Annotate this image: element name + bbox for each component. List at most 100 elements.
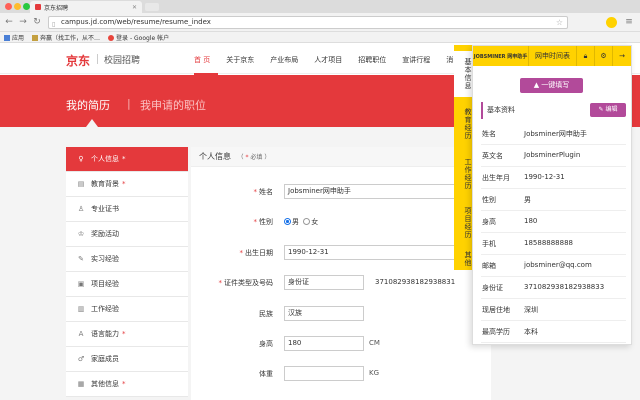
language-icon: A: [78, 330, 84, 338]
gear-icon[interactable]: ⚙: [595, 46, 613, 66]
logo-divider: [97, 54, 98, 64]
sidebar-item-label: 项目经验: [91, 280, 119, 288]
birthdate-input[interactable]: 1990-12-31: [284, 245, 464, 260]
schedule-button[interactable]: 网申时间表: [529, 46, 577, 66]
one-click-fill-button[interactable]: ▲ 一键填写: [520, 78, 583, 93]
profile-field-value: 1990-12-31: [524, 173, 565, 181]
profile-field-row: 身高 180: [481, 211, 626, 233]
gender-male-radio[interactable]: 男: [284, 218, 299, 226]
bookmarks-bar: 应用 奔赢（找工作，从不… 登录 - Google 帐户: [0, 32, 640, 43]
sidebar-item-label: 奖励活动: [91, 230, 119, 238]
section-basic-info: 基本资料 ✎ 编辑: [481, 102, 626, 119]
nav-industry[interactable]: 产业布局: [270, 55, 306, 75]
back-icon[interactable]: ←: [4, 17, 14, 27]
section-title: 基本资料: [487, 106, 515, 114]
profile-field-value: 371082938182938833: [524, 283, 605, 291]
bookmark-google[interactable]: 登录 - Google 帐户: [108, 33, 169, 42]
profile-field-value: jobsminer@qq.com: [524, 261, 592, 269]
collapse-arrow-icon[interactable]: →: [613, 46, 631, 66]
profile-field-value: 男: [524, 196, 531, 204]
weight-input[interactable]: [284, 366, 364, 381]
lock-icon[interactable]: 🔒︎: [577, 46, 595, 66]
sidebar-item[interactable]: ▦ 其他信息 *: [66, 372, 188, 397]
required-mark: *: [122, 330, 126, 338]
browser-tab-bar: 京东招聘 ✕: [0, 0, 640, 13]
ethnicity-select[interactable]: 汉族: [284, 306, 364, 321]
award-icon: ♔: [77, 230, 85, 238]
nav-home[interactable]: 首 页: [194, 55, 219, 75]
field-label: 身高: [259, 340, 273, 348]
ext-tab-education[interactable]: 教育经历: [454, 101, 472, 147]
profile-field-row: 性别 男: [481, 189, 626, 211]
sidebar-item[interactable]: ♂ 家庭成员: [66, 347, 188, 372]
sidebar-item[interactable]: ♀ 个人信息 *: [66, 147, 188, 172]
window-close-button[interactable]: [5, 3, 12, 10]
id-number-input[interactable]: 371082938182938831: [371, 275, 467, 290]
sidebar-item[interactable]: ▤ 教育背景 *: [66, 172, 188, 197]
tab-my-applications[interactable]: 我申请的职位: [140, 97, 206, 113]
id-type-select[interactable]: 身份证: [284, 275, 364, 290]
form-row-height: 身高 180 CM: [191, 336, 491, 354]
required-note: （ * 必填 ）: [237, 154, 271, 161]
ext-tab-basic[interactable]: 基本信息: [454, 51, 472, 97]
form-row-gender: * 性别 男 女: [191, 214, 491, 232]
profile-field-row: 最高学历 本科: [481, 321, 626, 343]
gender-female-radio[interactable]: 女: [303, 218, 318, 226]
profile-field-row: 手机 18588888888: [481, 233, 626, 255]
nav-talent[interactable]: 人才项目: [314, 55, 350, 75]
profile-field-row: 英文名 JobsminerPlugin: [481, 145, 626, 167]
tab-close-icon[interactable]: ✕: [132, 4, 137, 11]
other-icon: ▦: [77, 380, 85, 388]
profile-field-row: 身份证 371082938182938833: [481, 277, 626, 299]
person-icon: ♀: [78, 155, 84, 163]
logo-subtitle: 校园招聘: [104, 56, 141, 66]
certificate-icon: ♙: [77, 205, 85, 213]
google-icon: [108, 34, 115, 41]
profile-field-key: 现居住地: [482, 306, 510, 314]
apps-grid-icon: [4, 34, 10, 41]
window-zoom-button[interactable]: [23, 3, 30, 10]
edit-button[interactable]: ✎ 编辑: [590, 103, 626, 117]
nav-schedule[interactable]: 宣讲行程: [402, 55, 438, 75]
ext-tab-other[interactable]: 其他: [454, 249, 472, 269]
tab-my-resume[interactable]: 我的简历: [66, 97, 110, 113]
bookmark-star-icon[interactable]: ☆: [556, 17, 563, 28]
bookmark-apps[interactable]: 应用: [4, 33, 24, 42]
ext-tab-project[interactable]: 项目经历: [454, 200, 472, 246]
sidebar-item-label: 其他信息: [91, 380, 119, 388]
reload-icon[interactable]: ↻: [32, 17, 42, 27]
sidebar-item[interactable]: ♔ 奖励活动: [66, 222, 188, 247]
folder-icon: [32, 34, 39, 41]
jd-logo[interactable]: 京东: [66, 52, 90, 69]
new-tab-button[interactable]: [145, 3, 159, 11]
sidebar-item[interactable]: ▣ 项目经验: [66, 272, 188, 297]
browser-tab[interactable]: 京东招聘 ✕: [30, 1, 142, 13]
bookmark-jobs[interactable]: 奔赢（找工作，从不…: [32, 33, 100, 42]
name-input[interactable]: Jobsminer网申助手: [284, 184, 464, 199]
ext-tab-work[interactable]: 工作经历: [454, 151, 472, 197]
sidebar-item[interactable]: ♙ 专业证书: [66, 197, 188, 222]
main-nav: 首 页 关于京东 产业布局 人才项目 招聘职位 宣讲行程 消: [194, 55, 469, 75]
sidebar-item-label: 专业证书: [91, 205, 119, 213]
sidebar-item[interactable]: ✎ 实习经验: [66, 247, 188, 272]
height-input[interactable]: 180: [284, 336, 364, 351]
sidebar-item-label: 实习经验: [91, 255, 119, 263]
window-minimize-button[interactable]: [14, 3, 21, 10]
banner-divider: |: [127, 97, 131, 110]
jobsminer-logo: JOBSMINER 网申助手: [473, 46, 529, 66]
profile-field-key: 身份证: [482, 284, 503, 292]
forward-icon[interactable]: →: [18, 17, 28, 27]
address-toolbar: ← → ↻ ▯ campus.jd.com/web/resume/resume_…: [0, 13, 640, 32]
jobsminer-extension-icon[interactable]: [606, 17, 617, 28]
sidebar-item[interactable]: A 语言能力 *: [66, 322, 188, 347]
browser-menu-icon[interactable]: ≡: [624, 17, 634, 27]
page-info-icon[interactable]: ▯: [52, 19, 58, 28]
sidebar-item[interactable]: ▥ 工作经验: [66, 297, 188, 322]
form-row-id: * 证件类型及号码 身份证 371082938182938831: [191, 275, 491, 293]
url-text: campus.jd.com/web/resume/resume_index: [61, 18, 211, 26]
required-mark: *: [122, 180, 126, 188]
nav-about[interactable]: 关于京东: [226, 55, 262, 75]
url-input[interactable]: ▯ campus.jd.com/web/resume/resume_index …: [48, 16, 568, 29]
nav-positions[interactable]: 招聘职位: [358, 55, 394, 75]
form-row-weight: 体重 KG: [191, 366, 491, 384]
